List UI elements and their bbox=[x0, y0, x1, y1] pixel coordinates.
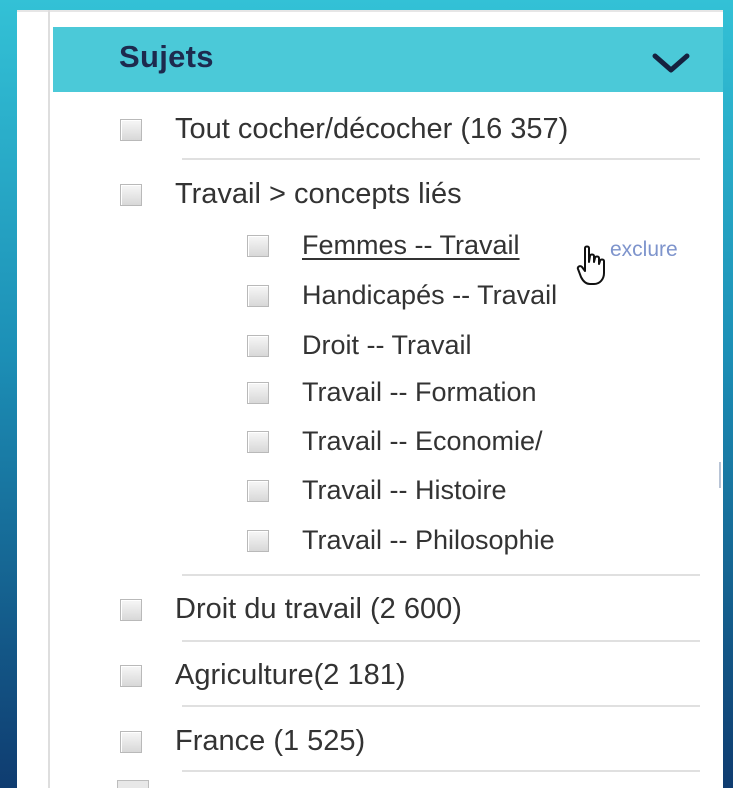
panel-border bbox=[48, 10, 50, 788]
facet-item-travail[interactable]: Travail > concepts liés bbox=[120, 178, 462, 211]
checkbox[interactable] bbox=[247, 430, 269, 453]
hand-cursor-icon bbox=[576, 245, 605, 285]
chevron-down-icon[interactable] bbox=[651, 51, 691, 75]
related-item-label: Droit -- Travail bbox=[302, 330, 472, 360]
facet-item-label: Tout cocher/décocher (16 357) bbox=[175, 113, 569, 145]
checkbox[interactable] bbox=[247, 529, 269, 552]
scrollbar-mark bbox=[719, 462, 721, 488]
checkbox[interactable] bbox=[120, 664, 142, 687]
divider bbox=[182, 574, 700, 576]
checkbox[interactable] bbox=[247, 284, 269, 307]
facet-item-label: Travail > concepts liés bbox=[175, 178, 462, 210]
related-item-droit-travail[interactable]: Droit -- Travail bbox=[247, 330, 472, 361]
facet-header[interactable]: Sujets bbox=[53, 27, 723, 92]
related-item-travail-histoire[interactable]: Travail -- Histoire bbox=[247, 475, 507, 506]
related-item-travail-philosophie[interactable]: Travail -- Philosophie bbox=[247, 525, 555, 556]
related-item-label: Travail -- Formation bbox=[302, 377, 537, 407]
related-item-label: Travail -- Philosophie bbox=[302, 525, 555, 555]
checkbox[interactable] bbox=[120, 598, 142, 621]
exclude-link[interactable]: exclure bbox=[610, 238, 678, 262]
related-item-label[interactable]: Femmes -- Travail bbox=[302, 230, 520, 261]
divider bbox=[182, 770, 700, 772]
panel-border bbox=[17, 10, 723, 12]
facet-item-france[interactable]: France (1 525) bbox=[120, 725, 365, 758]
facet-item-agriculture[interactable]: Agriculture(2 181) bbox=[120, 659, 406, 692]
divider bbox=[182, 158, 700, 160]
related-item-femmes-travail[interactable]: Femmes -- Travail bbox=[247, 230, 520, 261]
checkbox[interactable] bbox=[120, 183, 142, 206]
divider bbox=[182, 705, 700, 707]
facet-item-label: Droit du travail (2 600) bbox=[175, 593, 462, 625]
checkbox[interactable] bbox=[247, 334, 269, 357]
checkbox[interactable] bbox=[247, 479, 269, 502]
checkbox[interactable] bbox=[120, 730, 142, 753]
facet-item-label: France (1 525) bbox=[175, 725, 366, 757]
facet-title: Sujets bbox=[119, 39, 214, 74]
related-item-handicapes-travail[interactable]: Handicapés -- Travail bbox=[247, 280, 557, 311]
facet-item-droit-du-travail[interactable]: Droit du travail (2 600) bbox=[120, 593, 462, 626]
facet-item-select-all[interactable]: Tout cocher/décocher (16 357) bbox=[120, 113, 568, 146]
checkbox[interactable] bbox=[247, 381, 269, 404]
checkbox[interactable] bbox=[117, 780, 149, 788]
related-item-travail-formation[interactable]: Travail -- Formation bbox=[247, 377, 537, 408]
subjects-facet-panel: Sujets Tout cocher/décocher (16 357) Tra… bbox=[17, 10, 723, 788]
related-item-travail-economie[interactable]: Travail -- Economie/ bbox=[247, 426, 543, 457]
related-item-label: Travail -- Economie/ bbox=[302, 426, 543, 456]
facet-item-label: Agriculture(2 181) bbox=[175, 659, 406, 691]
checkbox[interactable] bbox=[247, 234, 269, 257]
divider bbox=[182, 640, 700, 642]
related-item-label: Travail -- Histoire bbox=[302, 475, 507, 505]
related-item-label: Handicapés -- Travail bbox=[302, 280, 558, 310]
checkbox[interactable] bbox=[120, 118, 142, 141]
